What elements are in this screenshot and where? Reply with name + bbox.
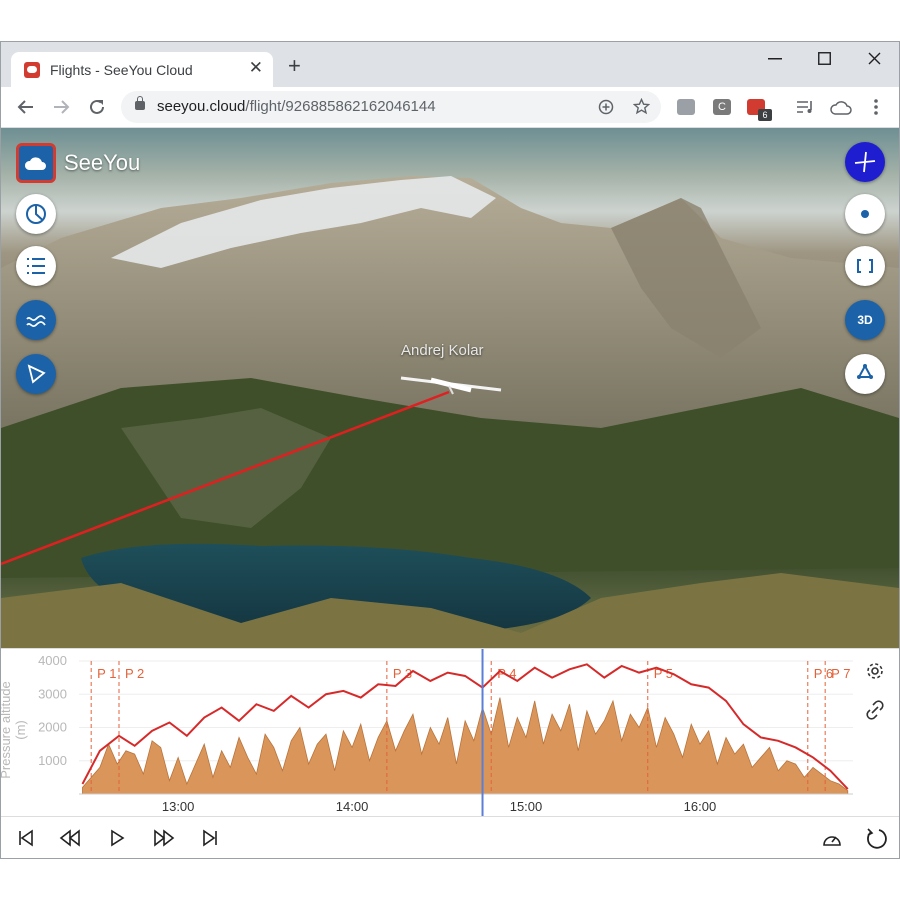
reading-list-icon[interactable] bbox=[796, 99, 814, 115]
extension-badge: 6 bbox=[758, 109, 772, 121]
cloud-extension-icon[interactable] bbox=[830, 98, 852, 116]
fullscreen-button[interactable] bbox=[845, 246, 885, 286]
altitude-plot[interactable]: 4000300020001000P 1P 2P 3P 4P 5P 6P 713:… bbox=[1, 649, 899, 817]
seeyou-favicon-icon bbox=[24, 62, 40, 78]
triangle-icon bbox=[27, 364, 46, 384]
terrain-scene bbox=[1, 176, 899, 648]
back-icon[interactable] bbox=[16, 99, 34, 115]
browser-tab[interactable]: Flights - SeeYou Cloud ✕ bbox=[11, 52, 273, 87]
y-tick-label: 3000 bbox=[38, 686, 67, 701]
brand-name: SeeYou bbox=[64, 150, 141, 175]
add-icon[interactable] bbox=[598, 99, 614, 115]
terrain-3d-view[interactable]: SeeYou Andrej Kolar 3D bbox=[1, 128, 899, 648]
dot-icon bbox=[861, 210, 869, 218]
x-tick-label: 16:00 bbox=[684, 799, 717, 814]
reload-icon[interactable] bbox=[88, 98, 106, 116]
y-tick-label: 2000 bbox=[38, 720, 67, 735]
tab-close-icon[interactable]: ✕ bbox=[249, 58, 263, 78]
x-tick-label: 14:00 bbox=[336, 799, 369, 814]
skip-to-end-icon[interactable] bbox=[201, 829, 219, 847]
minimize-icon[interactable] bbox=[768, 58, 782, 60]
fullscreen-icon bbox=[857, 259, 873, 273]
thermal-button[interactable] bbox=[16, 300, 56, 340]
pilot-label: Andrej Kolar bbox=[401, 342, 484, 359]
chart-settings-gear-icon[interactable] bbox=[865, 661, 885, 681]
pie-chart-icon bbox=[26, 204, 46, 224]
replay-speed-icon[interactable] bbox=[865, 827, 889, 851]
compass-button[interactable] bbox=[845, 142, 885, 182]
flight-list-button[interactable] bbox=[16, 246, 56, 286]
browser-window: Flights - SeeYou Cloud ✕ + seeyou.cloud/… bbox=[0, 41, 900, 859]
turnpoint-label: P 1 bbox=[97, 666, 116, 681]
task-button[interactable] bbox=[16, 354, 56, 394]
center-button[interactable] bbox=[845, 194, 885, 234]
address-bar[interactable]: seeyou.cloud/flight/926885862162046144 bbox=[121, 91, 661, 123]
url-text[interactable]: seeyou.cloud/flight/926885862162046144 bbox=[157, 98, 436, 115]
maximize-icon[interactable] bbox=[818, 52, 831, 65]
terrain-area bbox=[82, 697, 849, 795]
fast-forward-icon[interactable] bbox=[153, 829, 175, 847]
play-icon[interactable] bbox=[109, 829, 125, 847]
view-3d-button[interactable]: 3D bbox=[845, 300, 885, 340]
wave-icon bbox=[26, 315, 46, 328]
tab-strip: Flights - SeeYou Cloud ✕ + bbox=[1, 42, 899, 87]
tab-title: Flights - SeeYou Cloud bbox=[50, 62, 193, 78]
bookmark-star-icon[interactable] bbox=[633, 98, 650, 115]
lock-icon bbox=[135, 96, 145, 110]
forward-icon[interactable] bbox=[53, 99, 71, 115]
url-path: /flight/926885862162046144 bbox=[245, 98, 436, 115]
stats-button[interactable] bbox=[16, 194, 56, 234]
x-tick-label: 15:00 bbox=[510, 799, 543, 814]
turnpoint-label: P 2 bbox=[125, 666, 144, 681]
seeyou-logo[interactable] bbox=[16, 143, 56, 183]
playback-bar bbox=[1, 816, 899, 858]
extension-icon[interactable] bbox=[677, 99, 695, 115]
extension-c-icon[interactable]: C bbox=[713, 99, 731, 115]
speedometer-icon[interactable] bbox=[821, 829, 843, 849]
altitude-chart[interactable]: Pressure altitude (m) 4000 3000 2000 1000 P … bbox=[1, 648, 899, 817]
view-3d-label: 3D bbox=[857, 313, 873, 327]
y-tick-label: 4000 bbox=[38, 653, 67, 668]
list-icon bbox=[27, 258, 45, 274]
layers-button[interactable] bbox=[845, 354, 885, 394]
x-tick-label: 13:00 bbox=[162, 799, 195, 814]
url-host: seeyou.cloud bbox=[157, 98, 246, 115]
cloud-logo-icon bbox=[24, 157, 46, 170]
y-tick-label: 1000 bbox=[38, 753, 67, 768]
menu-kebab-icon[interactable] bbox=[873, 98, 879, 116]
new-tab-button[interactable]: + bbox=[288, 53, 301, 79]
skip-to-start-icon[interactable] bbox=[17, 829, 35, 847]
window-close-icon[interactable] bbox=[868, 52, 881, 65]
turnpoint-label: P 7 bbox=[831, 666, 850, 681]
unlink-icon[interactable] bbox=[865, 700, 885, 720]
browser-toolbar: seeyou.cloud/flight/926885862162046144 C… bbox=[1, 87, 899, 128]
rewind-icon[interactable] bbox=[59, 829, 81, 847]
recycle-icon bbox=[857, 363, 873, 379]
compass-icon bbox=[854, 151, 876, 173]
turnpoint-label: P 6 bbox=[814, 666, 833, 681]
